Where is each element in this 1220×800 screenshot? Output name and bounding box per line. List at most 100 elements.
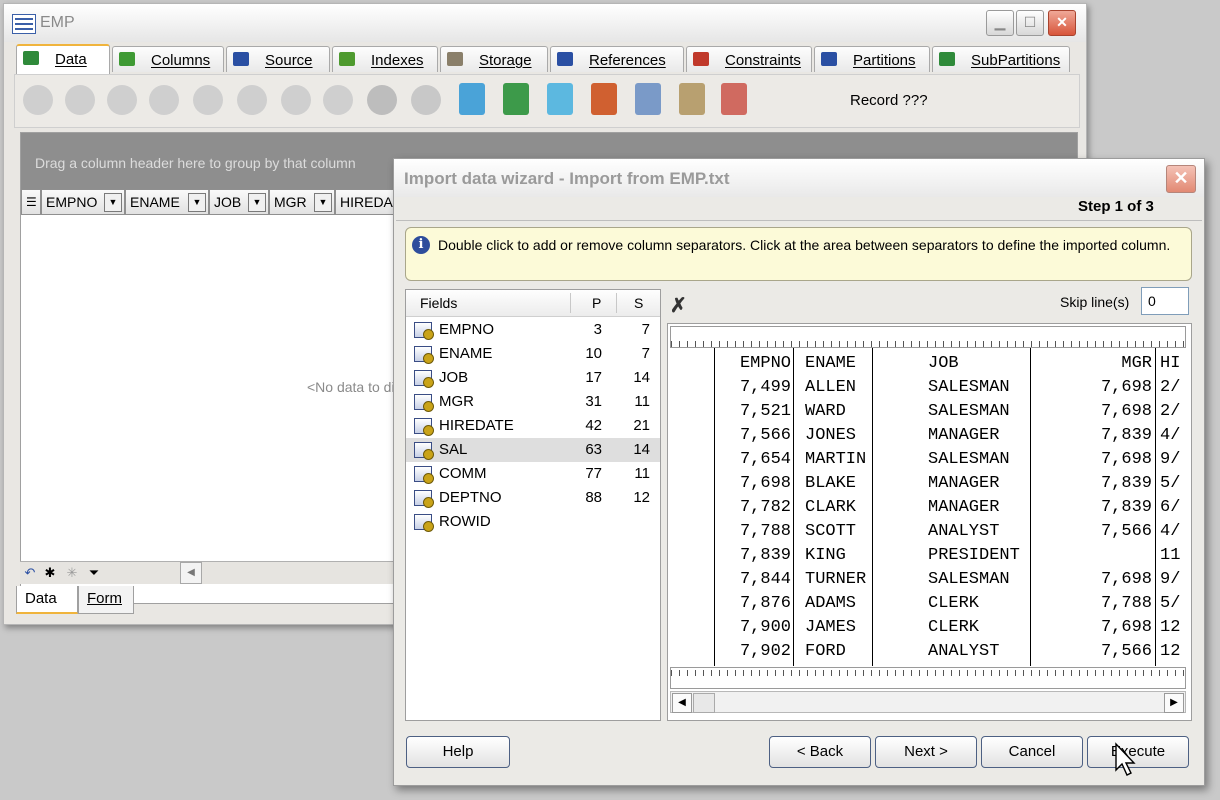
minimize-button[interactable]: ▁ [986,10,1014,36]
column-header-ename[interactable]: ENAME ▼ [125,189,209,215]
scroll-left-icon[interactable]: ◀ [672,693,692,713]
refresh-icon[interactable] [411,85,441,115]
chevron-down-icon[interactable]: ▼ [248,193,266,212]
sparkle-icon[interactable]: ✳ [64,565,80,581]
preview-row[interactable]: 7,902 FORD ANALYST 7,566 12 [668,640,1189,664]
skip-lines-input[interactable] [1141,287,1189,315]
scroll-left-button[interactable]: ◀ [180,562,202,584]
export-sql-icon[interactable] [547,83,573,115]
tab-source[interactable]: Source [226,46,330,72]
title-bar[interactable]: EMP ▁ ☐ ✕ [4,4,1086,42]
horizontal-scrollbar[interactable]: ◀ ▶ [670,691,1186,713]
fields-list[interactable]: Fields P S EMPNO 3 7 ENAME 10 7 JOB 17 14 MGR 31 11… [405,289,661,721]
preview-cell: 7,698 [1100,378,1152,397]
delete-record-icon[interactable] [237,85,267,115]
scroll-thumb[interactable] [693,693,715,713]
preview-row[interactable]: 7,654 MARTIN SALESMAN 7,698 9/ [668,448,1189,472]
cancel-button[interactable]: Cancel [981,736,1083,768]
column-header-empno[interactable]: EMPNO ▼ [41,189,125,215]
last-record-icon[interactable] [149,85,179,115]
help-button[interactable]: Help [406,736,510,768]
close-button[interactable]: ✕ [1048,10,1076,36]
preview-row[interactable]: 7,788 SCOTT ANALYST 7,566 4/ [668,520,1189,544]
list-item[interactable]: ENAME 10 7 [406,342,660,366]
preview-row[interactable]: 7,499 ALLEN SALESMAN 7,698 2/ [668,376,1189,400]
tab-constraints[interactable]: Constraints [686,46,812,72]
maximize-button[interactable]: ☐ [1016,10,1044,36]
form-edit-icon[interactable] [679,83,705,115]
field-size: 7 [641,321,650,338]
preview-row[interactable]: 7,566 JONES MANAGER 7,839 4/ [668,424,1189,448]
asterisk-icon[interactable]: ✱ [42,565,58,581]
tab-form-view[interactable]: Form [78,586,134,614]
field-icon [414,466,434,484]
list-item[interactable]: MGR 31 11 [406,390,660,414]
edit-record-icon[interactable] [281,85,311,115]
tab-data-view[interactable]: Data [16,586,78,614]
insert-record-icon[interactable] [193,85,223,115]
list-item[interactable]: EMPNO 3 7 [406,318,660,342]
list-item[interactable]: SAL 63 14 [406,438,660,462]
preview-row[interactable]: 7,521 WARD SALESMAN 7,698 2/ [668,400,1189,424]
tools-icon[interactable] [591,83,617,115]
prior-record-icon[interactable] [65,85,95,115]
execute-button[interactable]: Execute [1087,736,1189,768]
tab-data[interactable]: Data [16,44,110,74]
window-title: EMP [40,14,75,31]
wizard-close-button[interactable]: ✕ [1166,165,1196,193]
preview-row[interactable]: 7,900 JAMES CLERK 7,698 12 [668,616,1189,640]
size-column-header[interactable]: S [634,295,643,311]
cancel-edit-icon[interactable] [367,85,397,115]
first-record-icon[interactable] [23,85,53,115]
preview-row[interactable]: 7,844 TURNER SALESMAN 7,698 9/ [668,568,1189,592]
tab-storage[interactable]: Storage [440,46,548,72]
tab-columns[interactable]: Columns [112,46,224,72]
preview-row[interactable]: 7,782 CLARK MANAGER 7,839 6/ [668,496,1189,520]
preview-text[interactable]: EMPNO ENAME JOB MGR HI 7,499 ALLEN SALESMAN 7,69… [668,348,1189,666]
column-header-mgr[interactable]: MGR ▼ [269,189,335,215]
export-data-icon[interactable] [459,83,485,115]
data-preview[interactable]: EMPNO ENAME JOB MGR HI 7,499 ALLEN SALESMAN 7,69… [667,323,1192,721]
import-wizard-dialog: Import data wizard - Import from EMP.txt… [393,158,1205,786]
undo-icon[interactable]: ↶ [22,565,38,581]
fields-column-header[interactable]: Fields [420,295,457,311]
back-button[interactable]: < Back [769,736,871,768]
list-item[interactable]: HIREDATE 42 21 [406,414,660,438]
cube-icon[interactable] [635,83,661,115]
position-column-header[interactable]: P [592,295,601,311]
chevron-down-icon[interactable]: ▼ [314,193,332,212]
next-record-icon[interactable] [107,85,137,115]
preview-row[interactable]: 7,839 KING PRESIDENT 11 [668,544,1189,568]
tab-subpartitions[interactable]: SubPartitions [932,46,1070,72]
tab-indexes[interactable]: Indexes [332,46,438,72]
tab-references[interactable]: References [550,46,684,72]
scroll-right-icon[interactable]: ▶ [1164,693,1184,713]
list-item[interactable]: JOB 17 14 [406,366,660,390]
import-data-icon[interactable] [503,83,529,115]
list-item[interactable]: DEPTNO 88 12 [406,486,660,510]
tab-label: SubPartitions [971,52,1061,69]
preview-row[interactable]: EMPNO ENAME JOB MGR HI [668,352,1189,376]
field-name: EMPNO [439,321,495,338]
list-item[interactable]: COMM 77 11 [406,462,660,486]
list-item[interactable]: ROWID [406,510,660,534]
field-name: MGR [439,393,474,410]
bottom-ruler[interactable] [670,667,1186,689]
chevron-down-icon[interactable]: ▼ [104,193,122,212]
post-edit-icon[interactable] [323,85,353,115]
next-button[interactable]: Next > [875,736,977,768]
top-ruler[interactable] [670,326,1186,348]
wizard-title-bar[interactable]: Import data wizard - Import from EMP.txt… [394,159,1204,197]
preview-cell: 7,566 [739,426,791,445]
row-indicator-header[interactable]: ☰ [21,189,41,215]
chevron-down-icon[interactable]: ▼ [188,193,206,212]
field-name: COMM [439,465,487,482]
clear-separators-icon[interactable]: ✗ [670,293,687,318]
preview-row[interactable]: 7,876 ADAMS CLERK 7,788 5/ [668,592,1189,616]
filter-icon[interactable]: ⏷ [86,565,102,581]
report-icon[interactable] [721,83,747,115]
tab-partitions[interactable]: Partitions [814,46,930,72]
column-header-job[interactable]: JOB ▼ [209,189,269,215]
preview-row[interactable]: 7,698 BLAKE MANAGER 7,839 5/ [668,472,1189,496]
column-header-hireda[interactable]: HIREDA [335,189,399,215]
